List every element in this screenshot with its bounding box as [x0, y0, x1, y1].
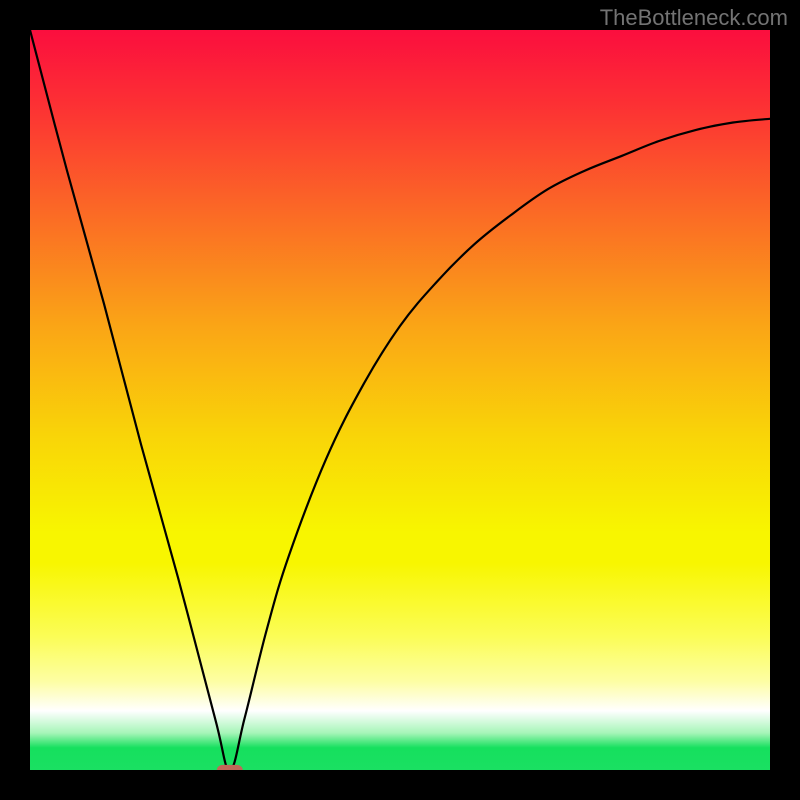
minimum-marker	[217, 765, 243, 770]
bottleneck-chart	[30, 30, 770, 770]
plot-area	[30, 30, 770, 770]
chart-frame: TheBottleneck.com	[0, 0, 800, 800]
watermark-text: TheBottleneck.com	[600, 5, 788, 31]
